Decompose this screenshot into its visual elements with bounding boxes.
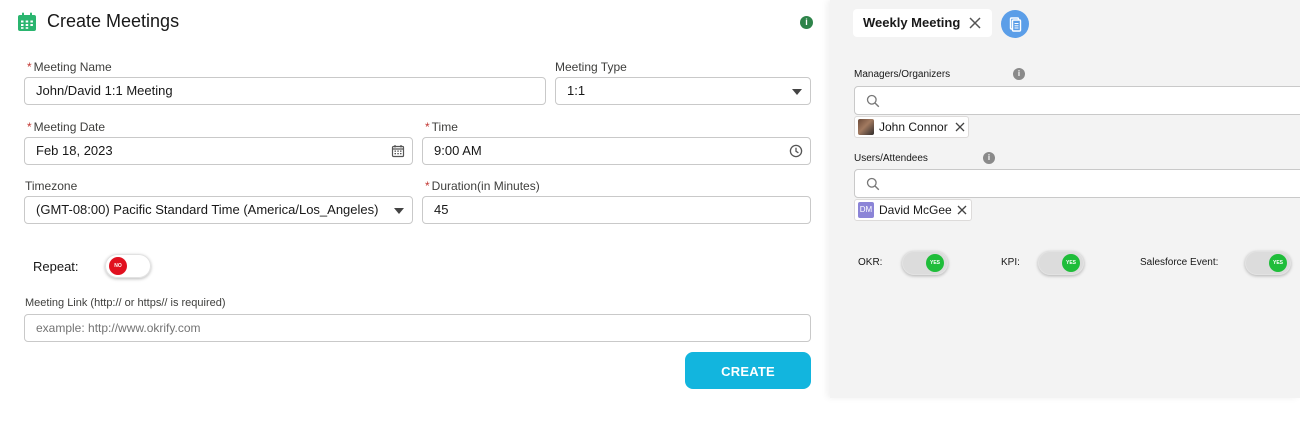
tab-label: Weekly Meeting (863, 15, 961, 30)
timezone-select[interactable]: (GMT-08:00) Pacific Standard Time (Ameri… (24, 196, 413, 224)
search-icon (866, 177, 880, 191)
duration-label: * Duration(in Minutes) (425, 179, 540, 193)
time-field[interactable]: 9:00 AM (422, 137, 811, 165)
meeting-name-label-text: Meeting Name (33, 60, 112, 74)
managers-label: Managers/Organizers (854, 69, 951, 80)
calendar-icon (18, 12, 36, 31)
attendees-label: Users/Attendees (854, 153, 928, 164)
calendar-icon[interactable] (391, 144, 405, 158)
attendee-name: David McGee (879, 203, 952, 217)
chevron-down-icon (394, 208, 404, 214)
selected-manager-pill: John Connor (854, 116, 969, 138)
required-mark: * (425, 179, 430, 193)
attendees-search-input[interactable] (854, 169, 1300, 198)
close-icon[interactable] (957, 205, 967, 215)
kpi-label: KPI: (1001, 257, 1020, 268)
salesforce-event-label: Salesforce Event: (1140, 257, 1219, 268)
duration-field[interactable]: 45 (422, 196, 811, 224)
time-label-text: Time (431, 120, 458, 134)
duration-value: 45 (434, 202, 449, 217)
info-icon[interactable]: i (983, 152, 995, 164)
meeting-link-input[interactable] (36, 315, 799, 341)
meeting-name-field[interactable]: John/David 1:1 Meeting (24, 77, 546, 105)
toggle-knob: YES (1269, 254, 1287, 272)
chevron-down-icon (792, 89, 802, 95)
meeting-date-label: * Meeting Date (27, 120, 105, 134)
okr-toggle[interactable]: YES (902, 251, 948, 275)
meeting-date-field[interactable]: Feb 18, 2023 (24, 137, 413, 165)
meeting-type-value: 1:1 (567, 83, 586, 98)
close-icon[interactable] (955, 122, 965, 132)
kpi-toggle[interactable]: YES (1038, 251, 1084, 275)
meeting-date-label-text: Meeting Date (33, 120, 106, 134)
managers-search-input[interactable] (854, 86, 1300, 115)
clock-icon[interactable] (789, 144, 803, 158)
meeting-type-label: Meeting Type (555, 60, 627, 74)
salesforce-event-toggle[interactable]: YES (1245, 251, 1291, 275)
repeat-toggle[interactable]: NO (105, 254, 151, 278)
toggle-knob: NO (109, 257, 127, 275)
time-value: 9:00 AM (434, 143, 482, 158)
page-title: Create Meetings (47, 11, 180, 31)
info-icon[interactable]: i (800, 16, 813, 29)
duration-label-text: Duration(in Minutes) (431, 179, 540, 193)
meeting-date-value: Feb 18, 2023 (36, 143, 113, 158)
avatar (858, 119, 874, 135)
timezone-label: Timezone (25, 179, 78, 193)
managers-search-field[interactable] (885, 87, 1300, 114)
copy-icon (1009, 17, 1022, 32)
create-meeting-panel: Create Meetings i * Meeting Name John/Dav… (0, 0, 830, 416)
toggle-knob: YES (926, 254, 944, 272)
meeting-link-field[interactable] (24, 314, 811, 342)
meeting-name-label: * Meeting Name (27, 60, 112, 74)
meeting-link-label: Meeting Link (http:// or https// is requ… (25, 297, 226, 309)
repeat-label: Repeat: (33, 259, 79, 274)
required-mark: * (27, 60, 32, 74)
selected-attendee-pill: DM David McGee (854, 199, 972, 221)
search-icon (866, 94, 880, 108)
copy-button[interactable] (1001, 10, 1029, 38)
required-mark: * (425, 120, 430, 134)
okr-label: OKR: (858, 257, 883, 268)
manager-name: John Connor (879, 120, 948, 134)
avatar: DM (858, 202, 874, 218)
time-label: * Time (425, 120, 458, 134)
timezone-value: (GMT-08:00) Pacific Standard Time (Ameri… (36, 202, 379, 217)
attendees-search-field[interactable] (885, 170, 1300, 197)
create-meeting-button[interactable]: CREATE MEETING (685, 352, 811, 416)
toggle-knob: YES (1062, 254, 1080, 272)
close-icon[interactable] (968, 16, 982, 30)
info-icon[interactable]: i (1013, 68, 1025, 80)
meeting-name-value: John/David 1:1 Meeting (36, 83, 173, 98)
meeting-type-select[interactable]: 1:1 (555, 77, 811, 105)
required-mark: * (27, 120, 32, 134)
